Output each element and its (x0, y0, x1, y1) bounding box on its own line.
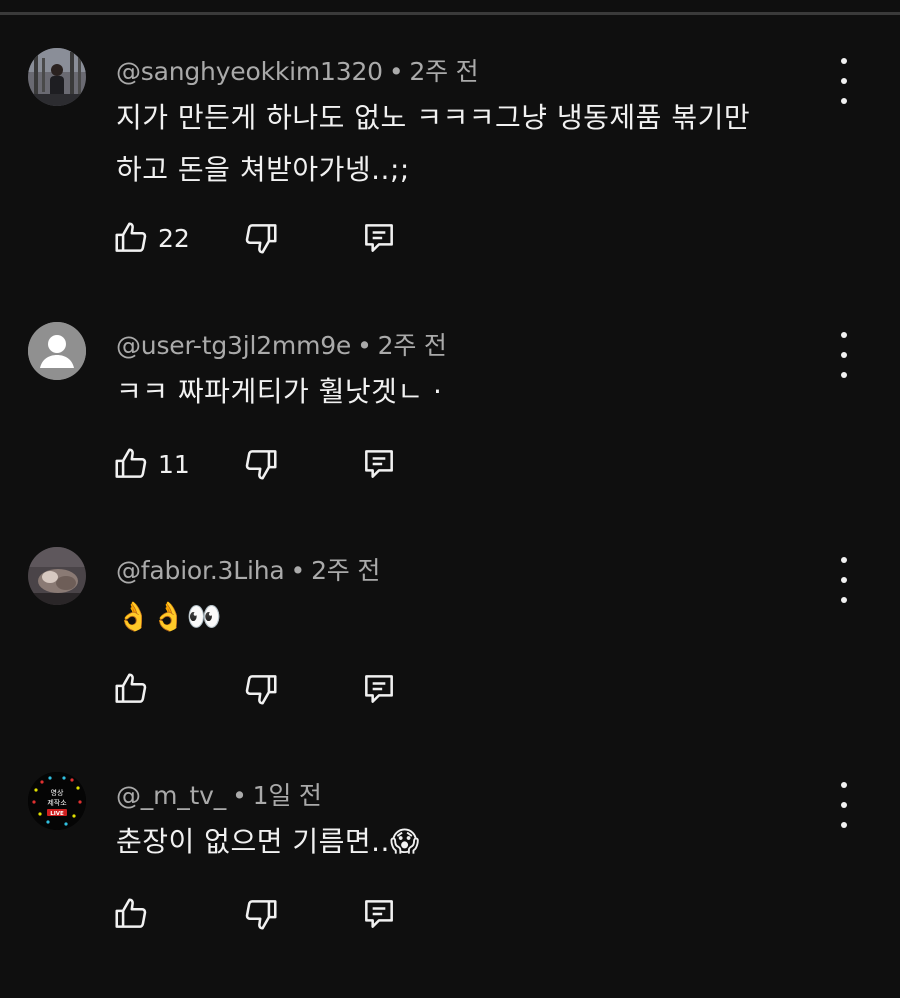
dislike-button[interactable] (242, 444, 280, 484)
comment-age[interactable]: 1일 전 (253, 781, 322, 810)
more-options-button[interactable] (826, 557, 862, 603)
separator-dot: • (232, 781, 247, 810)
separator-dot: • (290, 556, 306, 585)
comment-text: 춘장이 없으면 기름면..😱 (116, 816, 816, 868)
reply-icon (365, 224, 393, 252)
channel-logo-avatar-icon: 영상 제작소 LIVE (28, 772, 86, 830)
comment-text-line: 지가 만든게 하나도 없노 ㅋㅋㅋ그냥 냉동제품 볶기만 (116, 101, 751, 134)
comment-text: 지가 만든게 하나도 없노 ㅋㅋㅋ그냥 냉동제품 볶기만 하고 돈을 쳐받아가넹… (116, 92, 816, 196)
comment-meta: @sanghyeokkim1320 • 2주 전 (116, 52, 479, 88)
like-button[interactable]: 11 (112, 444, 190, 484)
more-dot (841, 822, 847, 828)
comment-text: 👌👌👀 (116, 591, 816, 643)
avatar[interactable] (28, 547, 86, 605)
logo-live-tag: LIVE (50, 811, 64, 817)
comment-actions (112, 669, 412, 709)
like-button[interactable]: 22 (112, 218, 190, 258)
comment-text-line: 춘장이 없으면 기름면..😱 (116, 825, 420, 858)
like-button[interactable] (112, 894, 150, 934)
comment-item: @fabior.3Liha • 2주 전 👌👌👀 (0, 547, 900, 773)
thumbs-up-icon (115, 673, 147, 703)
reply-button[interactable] (360, 894, 398, 934)
comment-age[interactable]: 2주 전 (409, 57, 478, 86)
more-dot (841, 577, 847, 583)
more-vertical-icon (841, 782, 847, 788)
reply-button[interactable] (360, 444, 398, 484)
author-name[interactable]: @sanghyeokkim1320 (116, 57, 383, 86)
comment-text-line: 하고 돈을 쳐받아가넹..;; (116, 153, 410, 186)
like-count: 11 (158, 449, 190, 479)
logo-line1: 영상 (51, 788, 64, 797)
thumbs-up-icon (115, 448, 147, 478)
comment-age[interactable]: 2주 전 (311, 556, 380, 585)
thumbs-up-icon (115, 222, 147, 252)
more-options-button[interactable] (826, 332, 862, 378)
author-name[interactable]: @_m_tv_ (116, 781, 226, 810)
comment-age[interactable]: 2주 전 (378, 331, 447, 360)
reply-button[interactable] (360, 669, 398, 709)
avatar[interactable] (28, 48, 86, 106)
comment-meta: @user-tg3jl2mm9e • 2주 전 (116, 326, 447, 362)
more-options-button[interactable] (826, 782, 862, 828)
thumbs-down-icon (245, 450, 277, 480)
more-dot (841, 78, 847, 84)
more-dot (841, 802, 847, 808)
comment-item: 영상 제작소 LIVE @_m_tv_ • 1일 전 춘장이 없으면 기름면..😱 (0, 772, 900, 998)
more-options-button[interactable] (826, 58, 862, 104)
more-dot (841, 98, 847, 104)
more-vertical-icon (841, 557, 847, 563)
comment-item: @user-tg3jl2mm9e • 2주 전 ㅋㅋ 짜파게티가 훨낫겟ㄴ · 11 (0, 322, 900, 548)
reply-icon (365, 450, 393, 478)
more-vertical-icon (841, 332, 847, 338)
like-button[interactable] (112, 669, 150, 709)
comment-actions (112, 894, 412, 934)
comment-actions: 11 (112, 444, 412, 484)
comment-text-line: 👌👌👀 (116, 600, 223, 633)
divider-line (0, 12, 900, 15)
thumbs-down-icon (245, 224, 277, 254)
comment-meta: @_m_tv_ • 1일 전 (116, 776, 322, 812)
author-name[interactable]: @user-tg3jl2mm9e (116, 331, 351, 360)
more-vertical-icon (841, 58, 847, 64)
comment-item: @sanghyeokkim1320 • 2주 전 지가 만든게 하나도 없노 ㅋㅋㅋ… (0, 48, 900, 274)
comment-text: ㅋㅋ 짜파게티가 훨낫겟ㄴ · (116, 366, 816, 418)
photo-avatar-icon (28, 48, 86, 106)
reply-icon (365, 900, 393, 928)
more-dot (841, 372, 847, 378)
author-name[interactable]: @fabior.3Liha (116, 556, 285, 585)
dislike-button[interactable] (242, 218, 280, 258)
more-dot (841, 597, 847, 603)
thumbs-down-icon (245, 900, 277, 930)
like-count: 22 (158, 223, 190, 253)
default-user-avatar-icon (28, 322, 86, 380)
thumbs-up-icon (115, 898, 147, 928)
comment-actions: 22 (112, 218, 412, 258)
reply-button[interactable] (360, 218, 398, 258)
separator-dot: • (388, 57, 404, 86)
avatar[interactable]: 영상 제작소 LIVE (28, 772, 86, 830)
thumbs-down-icon (245, 675, 277, 705)
dislike-button[interactable] (242, 894, 280, 934)
photo-avatar-icon (28, 547, 86, 605)
comment-text-line: ㅋㅋ 짜파게티가 훨낫겟ㄴ · (116, 375, 443, 408)
comment-meta: @fabior.3Liha • 2주 전 (116, 551, 380, 587)
avatar[interactable] (28, 322, 86, 380)
reply-icon (365, 675, 393, 703)
more-dot (841, 352, 847, 358)
dislike-button[interactable] (242, 669, 280, 709)
separator-dot: • (357, 331, 372, 360)
logo-line2: 제작소 (47, 798, 67, 807)
